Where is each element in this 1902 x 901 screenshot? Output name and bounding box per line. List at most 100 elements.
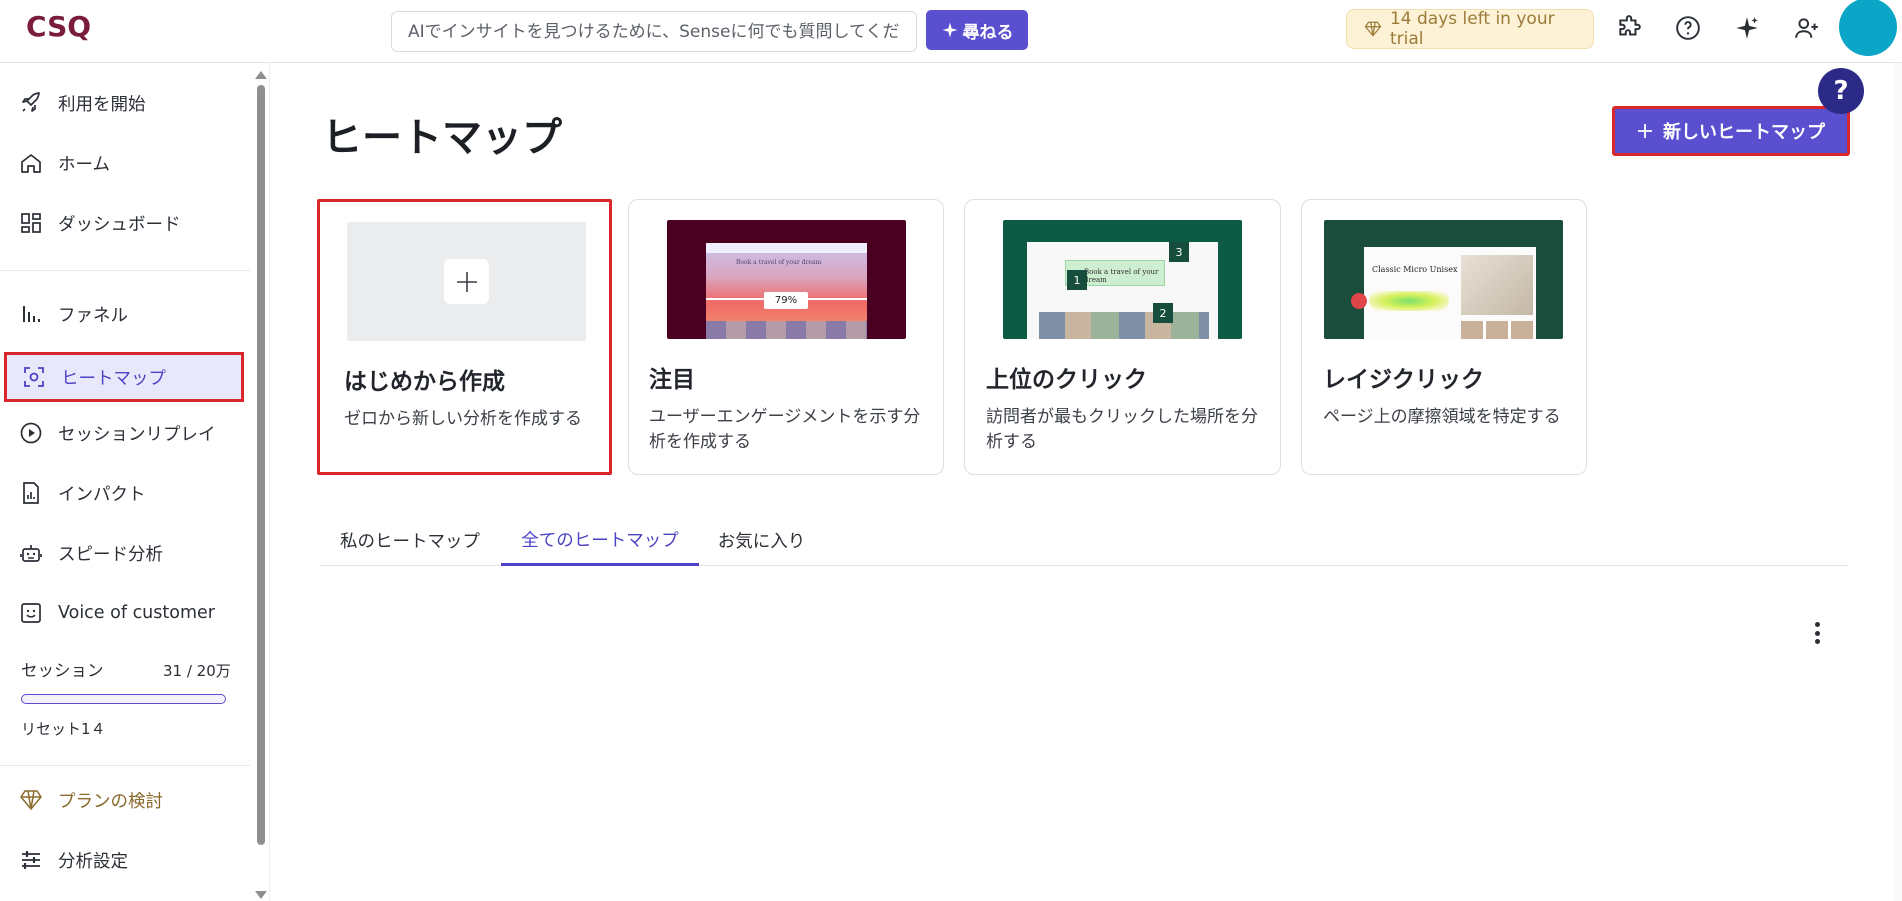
trial-text: 14 days left in your trial	[1389, 9, 1555, 49]
sidebar-item-label: インパクト	[58, 484, 146, 505]
preview-headline: Classic Micro Unisex	[1372, 265, 1458, 274]
card-create-from-scratch[interactable]: はじめから作成 ゼロから新しい分析を作成する	[317, 199, 612, 475]
sessions-progress-bar	[21, 694, 226, 704]
rage-preview: Classic Micro Unisex	[1364, 247, 1536, 339]
card-description: 訪問者が最もクリックした場所を分析する	[986, 407, 1258, 452]
card-title: 注目	[649, 367, 695, 393]
card-title: はじめから作成	[344, 369, 505, 395]
sidebar-item-home[interactable]: ホーム	[4, 138, 244, 188]
sidebar-item-voice-of-customer[interactable]: Voice of customer	[4, 588, 244, 638]
scroll-up-arrow[interactable]	[255, 71, 267, 79]
clicks-preview: Book a travel of your dream 1 2 3	[1027, 242, 1218, 339]
sidebar-divider	[0, 270, 250, 271]
product-thumbs	[1461, 321, 1533, 339]
sidebar-item-session-replay[interactable]: セッションリプレイ	[4, 408, 244, 458]
page-scrollbar[interactable]	[1894, 63, 1902, 901]
sidebar-item-label: ダッシュボード	[58, 214, 181, 235]
feedback-face-icon	[18, 600, 44, 626]
diamond-icon	[18, 787, 44, 813]
tab-favorites[interactable]: お気に入り	[699, 515, 824, 566]
csq-logo[interactable]: CSQ	[26, 10, 96, 43]
card-description: ユーザーエンゲージメントを示す分析を作成する	[649, 407, 921, 452]
card-description: ページ上の摩擦領域を特定する	[1323, 407, 1561, 427]
heatmap-icon	[21, 364, 47, 390]
preview-photos	[706, 321, 867, 339]
floating-help-button[interactable]: ?	[1818, 68, 1864, 114]
preview-headline: Book a travel of your dream	[736, 259, 822, 266]
sidebar-item-label: ホーム	[58, 154, 110, 175]
sessions-count: 31 / 20万	[163, 662, 231, 680]
sidebar-item-label: セッションリプレイ	[58, 424, 216, 445]
rage-heat-spot	[1369, 291, 1449, 311]
svg-text:CSQ: CSQ	[26, 10, 91, 42]
sidebar-divider	[0, 765, 250, 766]
sessions-reset-label: リセット1４	[21, 720, 106, 738]
speed-robot-icon	[18, 540, 44, 566]
angry-face-icon	[1351, 293, 1367, 309]
ai-question-input[interactable]	[391, 11, 917, 52]
sidebar-item-label: ファネル	[58, 305, 128, 326]
page-title: ヒートマップ	[322, 115, 562, 161]
sidebar-item-analysis-settings[interactable]: 分析設定	[4, 835, 244, 885]
new-heatmap-button[interactable]: 新しいヒートマップ	[1612, 106, 1850, 156]
sidebar-item-label: スピード分析	[58, 544, 163, 565]
sparkle-icon[interactable]	[1731, 12, 1763, 44]
trial-badge[interactable]: 14 days left in your trial	[1346, 9, 1594, 49]
play-circle-icon	[18, 420, 44, 446]
help-circle-icon[interactable]	[1672, 12, 1704, 44]
preview-header	[706, 243, 867, 253]
sidebar-item-impact[interactable]: インパクト	[4, 468, 244, 518]
card-title: 上位のクリック	[986, 367, 1147, 393]
sidebar-item-plan[interactable]: プランの検討	[4, 775, 244, 825]
blank-thumbnail	[347, 222, 586, 341]
sidebar-item-label: 利用を開始	[58, 94, 146, 115]
sidebar-item-label: Voice of customer	[58, 603, 215, 623]
home-icon	[18, 150, 44, 176]
click-rank-1: 1	[1067, 270, 1087, 290]
sidebar-item-heatmap[interactable]: ヒートマップ	[4, 352, 244, 402]
new-heatmap-label: 新しいヒートマップ	[1663, 122, 1825, 143]
user-avatar[interactable]	[1839, 0, 1897, 56]
sidebar-item-label: 分析設定	[58, 851, 128, 872]
rage-clicks-thumbnail: Classic Micro Unisex	[1324, 220, 1563, 339]
ask-button[interactable]: 尋ねる	[926, 10, 1028, 50]
card-description: ゼロから新しい分析を作成する	[344, 409, 582, 429]
impact-report-icon	[18, 480, 44, 506]
sidebar-scroll-thumb[interactable]	[257, 85, 265, 845]
card-top-clicks[interactable]: Book a travel of your dream 1 2 3 上位のクリッ…	[964, 199, 1281, 475]
card-title: レイジクリック	[1323, 367, 1484, 393]
funnel-icon	[18, 301, 44, 327]
click-rank-2: 2	[1153, 303, 1173, 323]
plus-icon	[444, 259, 489, 304]
tab-my-heatmaps[interactable]: 私のヒートマップ	[320, 515, 500, 566]
preview-photos	[1039, 312, 1209, 339]
add-user-icon[interactable]	[1791, 12, 1823, 44]
sidebar-scrollbar[interactable]	[254, 63, 268, 901]
more-options-icon[interactable]	[1810, 620, 1824, 646]
attention-percent-label: 79%	[764, 292, 808, 309]
rocket-icon	[18, 90, 44, 116]
product-image	[1461, 255, 1533, 315]
sidebar-item-label: プランの検討	[58, 791, 163, 812]
heatmap-tabs: 私のヒートマップ 全てのヒートマップ お気に入り	[320, 515, 1848, 566]
sidebar-item-funnel[interactable]: ファネル	[4, 289, 244, 339]
top-clicks-thumbnail: Book a travel of your dream 1 2 3	[1003, 220, 1242, 339]
settings-sliders-icon	[18, 847, 44, 873]
card-rage-clicks[interactable]: Classic Micro Unisex レイジクリック ページ上の摩擦領域を特…	[1301, 199, 1587, 475]
card-attention[interactable]: Book a travel of your dream 79% 注目 ユーザーエ…	[628, 199, 944, 475]
sparkle-icon	[942, 22, 957, 38]
tab-all-heatmaps[interactable]: 全てのヒートマップ	[501, 515, 699, 566]
diamond-icon	[1364, 21, 1382, 37]
sidebar-item-speed-analysis[interactable]: スピード分析	[4, 528, 244, 578]
attention-preview: Book a travel of your dream 79%	[706, 243, 867, 339]
puzzle-icon[interactable]	[1613, 12, 1645, 44]
click-rank-3: 3	[1169, 242, 1189, 262]
scroll-down-arrow[interactable]	[255, 891, 267, 899]
dashboard-icon	[18, 210, 44, 236]
sidebar-item-label: ヒートマップ	[61, 368, 166, 389]
sidebar-item-dashboard[interactable]: ダッシュボード	[4, 198, 244, 248]
plus-icon	[1638, 124, 1652, 138]
top-bar: CSQ 尋ねる 14 days left in your trial	[0, 0, 1902, 63]
sidebar-item-get-started[interactable]: 利用を開始	[4, 78, 244, 128]
sessions-label: セッション	[21, 661, 104, 680]
